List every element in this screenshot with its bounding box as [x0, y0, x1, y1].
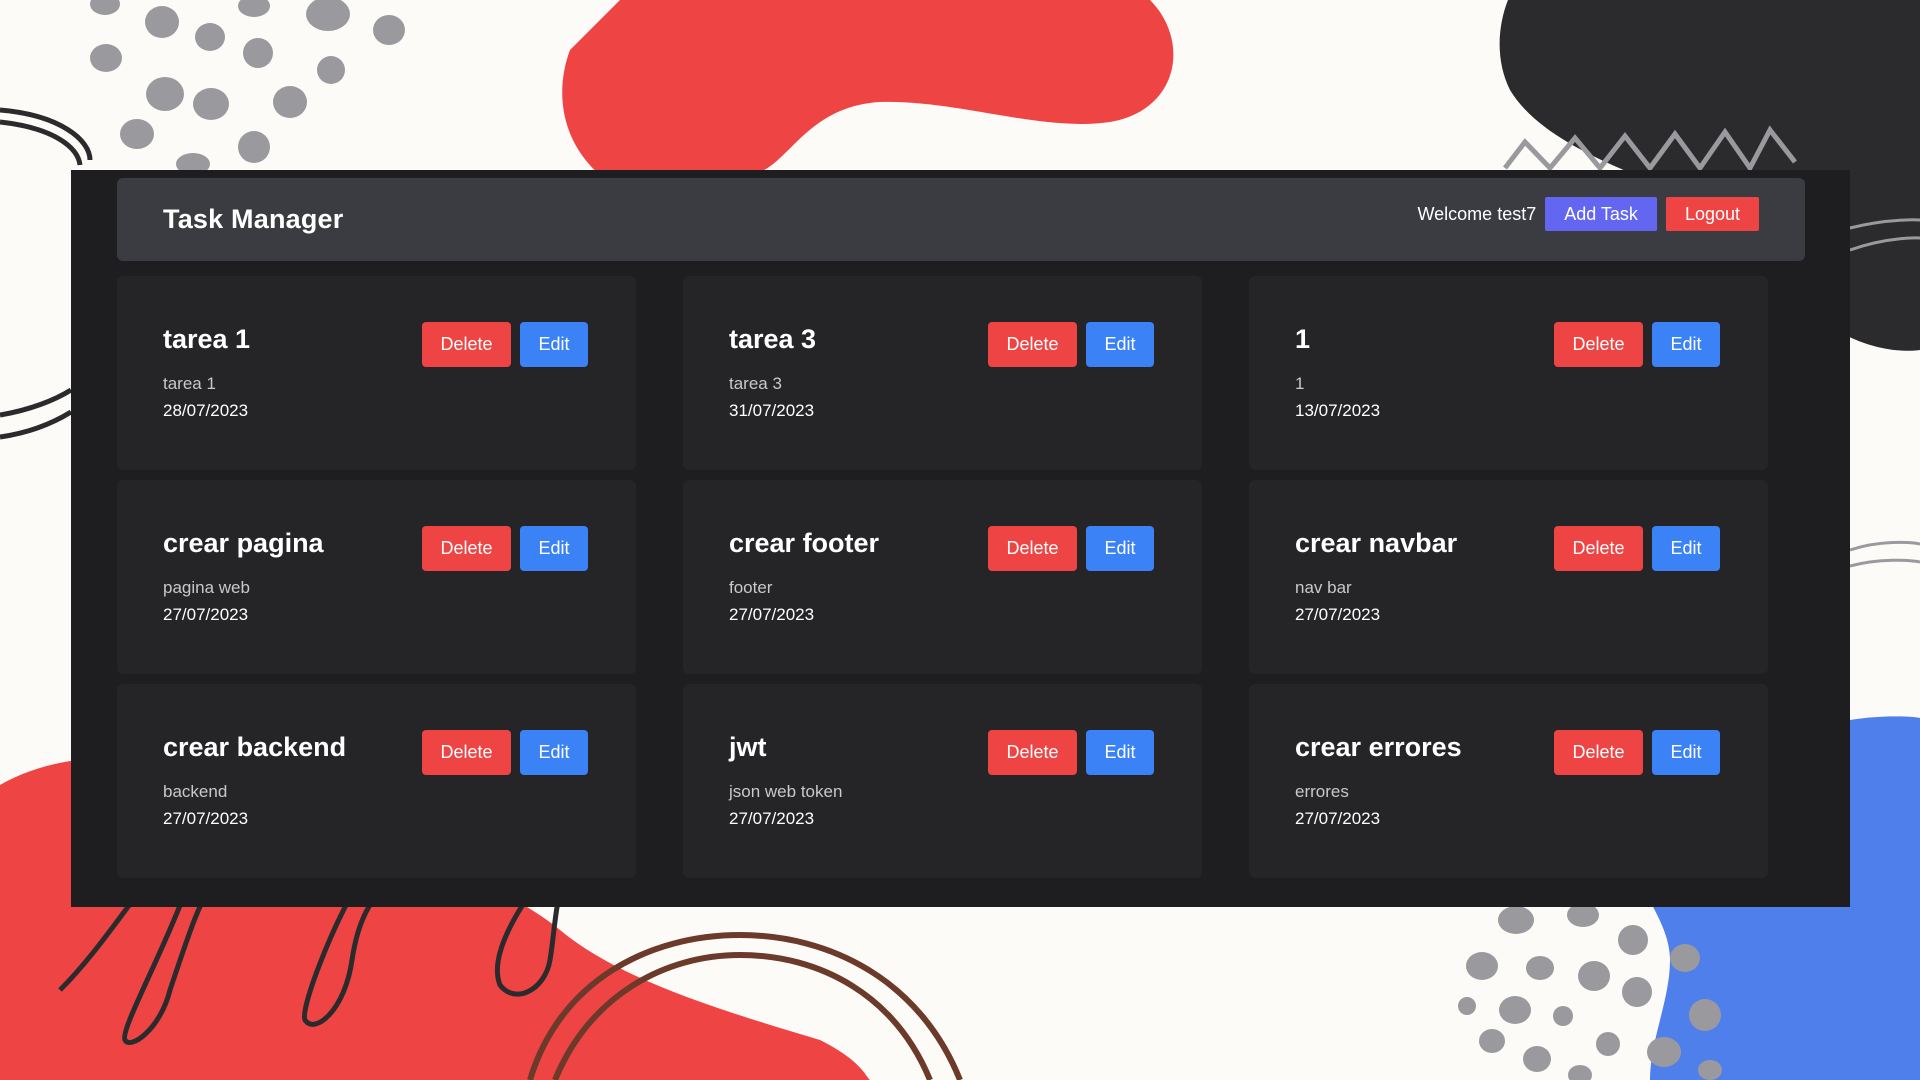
arc-lines-right-lower: [1849, 540, 1920, 568]
task-title: tarea 3: [729, 324, 817, 354]
edit-button[interactable]: Edit: [1086, 526, 1154, 571]
task-date: 27/07/2023: [729, 605, 815, 624]
edit-button[interactable]: Edit: [1652, 730, 1720, 775]
edit-button[interactable]: Edit: [1086, 322, 1154, 367]
task-grid: tarea 1 tarea 1 28/07/2023 Delete Edit t…: [117, 276, 1768, 878]
navbar: Task Manager Welcome test7 Add Task Logo…: [117, 178, 1805, 261]
task-description: pagina web: [163, 578, 250, 597]
task-title: tarea 1: [163, 324, 251, 354]
task-title: crear backend: [163, 732, 347, 762]
task-card: 1 1 13/07/2023 Delete Edit: [1249, 276, 1768, 470]
task-card: tarea 3 tarea 3 31/07/2023 Delete Edit: [683, 276, 1202, 470]
task-card: jwt json web token 27/07/2023 Delete Edi…: [683, 684, 1202, 878]
task-actions: Delete Edit: [422, 526, 588, 571]
edit-button[interactable]: Edit: [520, 730, 588, 775]
task-date: 27/07/2023: [163, 605, 249, 624]
logout-button[interactable]: Logout: [1665, 197, 1759, 231]
edit-button[interactable]: Edit: [1652, 322, 1720, 367]
task-title: jwt: [729, 732, 767, 762]
delete-button[interactable]: Delete: [988, 526, 1077, 571]
task-card: crear footer footer 27/07/2023 Delete Ed…: [683, 480, 1202, 674]
task-actions: Delete Edit: [1554, 526, 1720, 571]
delete-button[interactable]: Delete: [988, 730, 1077, 775]
app-title: Task Manager: [163, 204, 344, 234]
task-title: crear footer: [729, 528, 880, 558]
task-date: 27/07/2023: [729, 809, 815, 828]
task-description: footer: [729, 578, 773, 597]
task-date: 27/07/2023: [1295, 809, 1381, 828]
delete-button[interactable]: Delete: [1554, 322, 1643, 367]
delete-button[interactable]: Delete: [422, 526, 511, 571]
delete-button[interactable]: Delete: [422, 730, 511, 775]
task-actions: Delete Edit: [988, 322, 1154, 367]
task-date: 28/07/2023: [163, 401, 249, 420]
edit-button[interactable]: Edit: [520, 526, 588, 571]
task-description: tarea 3: [729, 374, 782, 393]
task-actions: Delete Edit: [988, 526, 1154, 571]
task-description: 1: [1295, 374, 1305, 393]
task-date: 27/07/2023: [1295, 605, 1381, 624]
edit-button[interactable]: Edit: [520, 322, 588, 367]
task-card: crear pagina pagina web 27/07/2023 Delet…: [117, 480, 636, 674]
delete-button[interactable]: Delete: [1554, 526, 1643, 571]
edit-button[interactable]: Edit: [1086, 730, 1154, 775]
task-card: crear backend backend 27/07/2023 Delete …: [117, 684, 636, 878]
task-title: crear errores: [1295, 732, 1462, 762]
task-title: 1: [1295, 324, 1311, 354]
task-description: json web token: [729, 782, 843, 801]
task-description: nav bar: [1295, 578, 1352, 597]
task-date: 31/07/2023: [729, 401, 815, 420]
red-blob-top: [562, 0, 1174, 175]
task-title: crear navbar: [1295, 528, 1458, 558]
task-card: crear errores errores 27/07/2023 Delete …: [1249, 684, 1768, 878]
navbar-actions: Welcome test7 Add Task Logout: [1417, 197, 1759, 231]
task-description: tarea 1: [163, 374, 216, 393]
delete-button[interactable]: Delete: [988, 322, 1077, 367]
task-title: crear pagina: [163, 528, 324, 558]
task-actions: Delete Edit: [1554, 322, 1720, 367]
task-date: 13/07/2023: [1295, 401, 1381, 420]
delete-button[interactable]: Delete: [422, 322, 511, 367]
delete-button[interactable]: Delete: [1554, 730, 1643, 775]
dots-top-left: [90, 0, 405, 175]
task-actions: Delete Edit: [422, 730, 588, 775]
edit-button[interactable]: Edit: [1652, 526, 1720, 571]
task-date: 27/07/2023: [163, 809, 249, 828]
task-card: crear navbar nav bar 27/07/2023 Delete E…: [1249, 480, 1768, 674]
task-description: errores: [1295, 782, 1349, 801]
task-description: backend: [163, 782, 228, 801]
welcome-text: Welcome test7: [1417, 203, 1537, 224]
task-card: tarea 1 tarea 1 28/07/2023 Delete Edit: [117, 276, 636, 470]
task-actions: Delete Edit: [988, 730, 1154, 775]
task-manager-panel: Task Manager Welcome test7 Add Task Logo…: [71, 170, 1850, 907]
task-actions: Delete Edit: [1554, 730, 1720, 775]
task-actions: Delete Edit: [422, 322, 588, 367]
add-task-button[interactable]: Add Task: [1545, 197, 1657, 231]
